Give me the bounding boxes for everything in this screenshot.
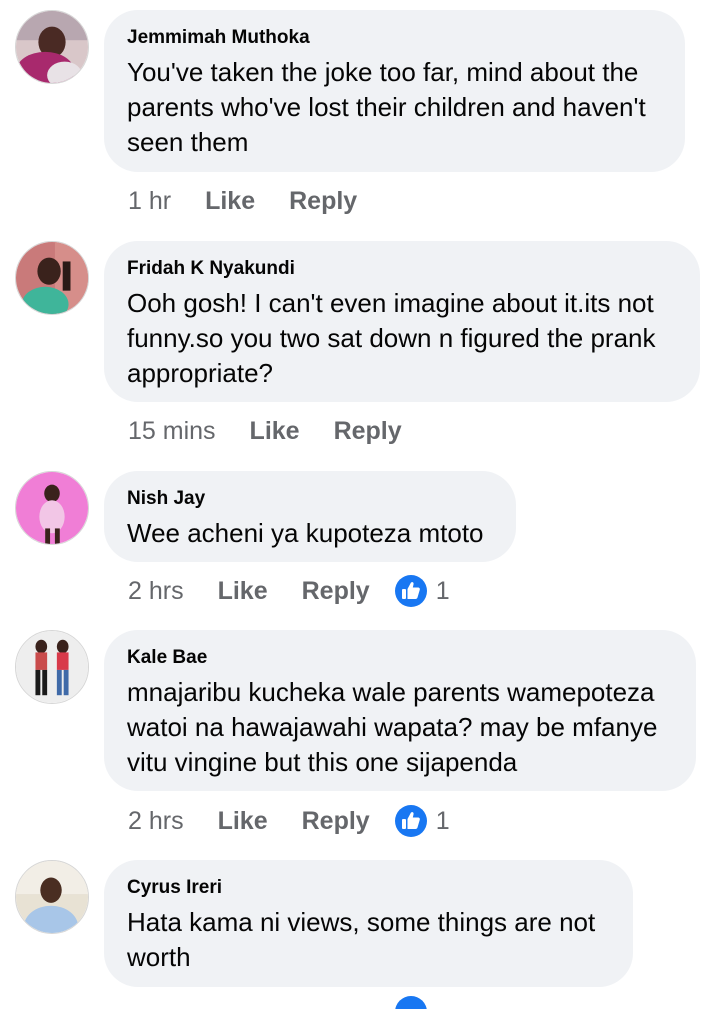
- avatar[interactable]: [15, 630, 89, 704]
- like-thumbs-up-icon: [394, 995, 428, 1009]
- like-button[interactable]: Like: [250, 417, 300, 446]
- comment-time[interactable]: 15 mins: [128, 417, 216, 446]
- avatar-photo: [16, 631, 88, 703]
- comment-time[interactable]: 1 hr: [128, 187, 171, 216]
- comment-actions: 15 mins Like Reply: [128, 411, 402, 451]
- like-button[interactable]: Like: [218, 807, 268, 836]
- comment-text: Hata kama ni views, some things are not …: [127, 907, 596, 972]
- reply-button[interactable]: Reply: [302, 807, 370, 836]
- avatar-photo: [16, 472, 88, 544]
- comment-author[interactable]: Cyrus Ireri: [127, 876, 610, 900]
- comment-text: Ooh gosh! I can't even imagine about it.…: [127, 288, 656, 388]
- comments-screen: { "comments": [ { "author": "Jemmimah Mu…: [0, 0, 720, 1009]
- comment-text: Wee acheni ya kupoteza mtoto: [127, 518, 484, 548]
- comment-actions: 2 hrs Like Reply 1: [128, 801, 450, 841]
- reaction-count: 1: [435, 576, 450, 605]
- avatar-photo: [16, 861, 88, 933]
- comment-time[interactable]: 2 hrs: [128, 577, 184, 606]
- like-button[interactable]: Like: [218, 577, 268, 606]
- comment-author[interactable]: Jemmimah Muthoka: [127, 26, 662, 50]
- avatar-photo: [16, 242, 88, 314]
- like-thumbs-up-icon: [394, 574, 428, 608]
- comment-text: mnajaribu kucheka wale parents wamepotez…: [127, 677, 658, 777]
- reaction-summary[interactable]: 1: [394, 804, 450, 838]
- reply-button[interactable]: Reply: [334, 417, 402, 446]
- comment-bubble[interactable]: Fridah K Nyakundi Ooh gosh! I can't even…: [104, 241, 700, 402]
- comment-bubble[interactable]: Kale Bae mnajaribu kucheka wale parents …: [104, 630, 696, 791]
- comment-bubble[interactable]: Nish Jay Wee acheni ya kupoteza mtoto: [104, 471, 516, 562]
- comment-actions: 1 hr Like Reply: [128, 181, 357, 221]
- like-thumbs-up-icon: [394, 804, 428, 838]
- comment-author[interactable]: Nish Jay: [127, 487, 493, 511]
- avatar[interactable]: [15, 10, 89, 84]
- like-button[interactable]: Like: [205, 187, 255, 216]
- reply-button[interactable]: Reply: [289, 187, 357, 216]
- comment-bubble[interactable]: Cyrus Ireri Hata kama ni views, some thi…: [104, 860, 633, 987]
- avatar[interactable]: [15, 241, 89, 315]
- comment-author[interactable]: Fridah K Nyakundi: [127, 257, 677, 281]
- comment-time[interactable]: 2 hrs: [128, 807, 184, 836]
- reaction-summary[interactable]: 1: [394, 574, 450, 608]
- reply-button[interactable]: Reply: [302, 577, 370, 606]
- avatar[interactable]: [15, 471, 89, 545]
- comment-text: You've taken the joke too far, mind abou…: [127, 57, 646, 157]
- avatar[interactable]: [15, 860, 89, 934]
- comment-actions: 2 hrs Like Reply 1: [128, 571, 450, 611]
- avatar-photo: [16, 11, 88, 83]
- reaction-count: 1: [435, 806, 450, 835]
- comment-bubble[interactable]: Jemmimah Muthoka You've taken the joke t…: [104, 10, 685, 172]
- comment-author[interactable]: Kale Bae: [127, 646, 673, 670]
